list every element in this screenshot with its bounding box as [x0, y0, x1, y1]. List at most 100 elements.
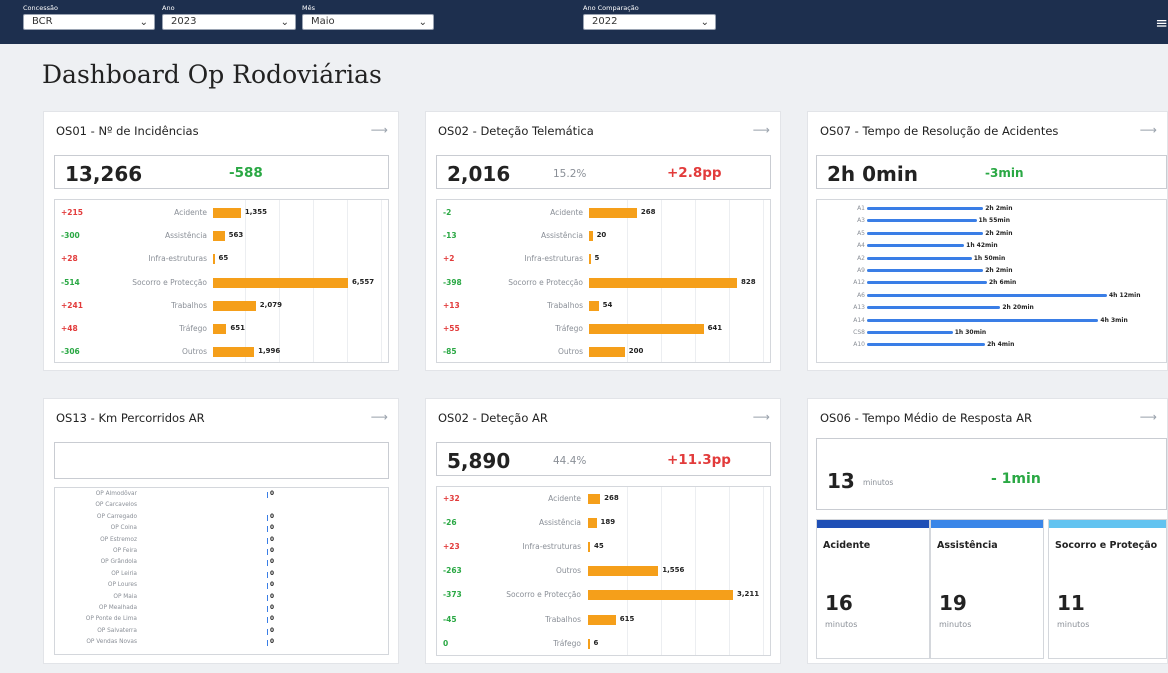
card-km-percorridos: OS13 - Km Percorridos AR ⟶ OP Almodôvar 0…	[43, 398, 399, 664]
category-label: A5	[857, 229, 865, 237]
bar[interactable]	[213, 254, 215, 265]
bar[interactable]	[267, 549, 268, 555]
line-row: A9 2h 2min	[817, 266, 1166, 275]
duration-bar[interactable]	[867, 207, 984, 210]
value-label: 0	[270, 513, 275, 520]
bar[interactable]	[589, 254, 591, 265]
duration-bar[interactable]	[867, 256, 972, 260]
category-label: OP Ponte de Lima	[85, 616, 137, 623]
menu-icon[interactable]: ≡	[1155, 16, 1168, 31]
card-incidencias: OS01 - Nº de Incidências ⟶ 13,266 -588 +…	[43, 111, 399, 371]
arrow-right-icon[interactable]: ⟶	[1140, 123, 1157, 137]
bar[interactable]	[589, 231, 593, 242]
category-label: Trabalhos	[545, 614, 581, 624]
bar[interactable]	[589, 347, 625, 358]
arrow-right-icon[interactable]: ⟶	[753, 410, 770, 424]
bar-row: +241 Trabalhos 2,079	[55, 299, 388, 313]
arrow-right-icon[interactable]: ⟶	[753, 123, 770, 137]
filter-ano: Ano 2023 ⌄	[162, 4, 296, 30]
value-label: 615	[619, 614, 635, 623]
bar[interactable]	[589, 300, 599, 311]
duration-bar[interactable]	[867, 244, 965, 248]
mes-select[interactable]: Maio ⌄	[302, 14, 434, 30]
bar[interactable]	[588, 566, 659, 577]
arrow-right-icon[interactable]: ⟶	[371, 123, 388, 137]
duration-bar[interactable]	[867, 269, 984, 272]
bar-row: 0 Tráfego 6	[437, 637, 770, 651]
bar[interactable]	[213, 231, 225, 242]
bar[interactable]	[213, 347, 255, 358]
card-detecao-ar: OS02 - Deteção AR ⟶ 5,890 44.4% +11.3pp …	[425, 398, 781, 664]
bar-row: -13 Assistência 20	[437, 229, 770, 243]
bar[interactable]	[213, 208, 241, 218]
line-row: A3 1h 55min	[817, 216, 1166, 225]
bar[interactable]	[267, 640, 268, 647]
bar[interactable]	[267, 514, 268, 521]
bar-chart: -2 Acidente 268 -13 Assistência 20 +2 Infra-est…	[436, 199, 771, 363]
bar[interactable]	[267, 526, 268, 533]
category-label: Assistência	[538, 518, 581, 528]
category-label: OP Vendas Novas	[86, 639, 137, 646]
bar[interactable]	[588, 614, 616, 625]
bar[interactable]	[267, 560, 268, 567]
duration-bar[interactable]	[867, 293, 1107, 297]
duration-bar[interactable]	[867, 331, 953, 334]
bar[interactable]	[588, 638, 590, 649]
line-row: A1 2h 2min	[817, 204, 1166, 213]
chevron-down-icon: ⌄	[280, 17, 289, 28]
value-label: 45	[594, 542, 604, 551]
duration-bar[interactable]	[867, 219, 977, 223]
category-label: A1	[857, 205, 865, 212]
category-label: OP Loures	[107, 582, 137, 589]
select-value: Maio	[311, 16, 335, 27]
duration-bar[interactable]	[867, 231, 984, 235]
ano-comparacao-select[interactable]: 2022 ⌄	[583, 14, 716, 30]
arrow-right-icon[interactable]: ⟶	[371, 410, 388, 424]
bar[interactable]	[213, 277, 348, 288]
concessao-select[interactable]: BCR ⌄	[23, 14, 155, 30]
value-label: 1h 55min	[978, 217, 1010, 225]
bar-row: -26 Assistência 189	[437, 516, 770, 530]
category-label: Acidente	[174, 208, 207, 217]
bar[interactable]	[588, 542, 591, 553]
kpi-value: 2h 0min	[827, 162, 918, 186]
duration-bar[interactable]	[867, 281, 987, 285]
bar[interactable]	[589, 324, 704, 334]
card-title: OS07 - Tempo de Resolução de Acidentes	[820, 124, 1059, 138]
duration-bar[interactable]	[867, 306, 1001, 310]
bar[interactable]	[213, 300, 256, 311]
tile-socorro-protecao: Socorro e Proteção 11 minutos	[1048, 519, 1167, 659]
duration-bar[interactable]	[867, 318, 1099, 322]
bar[interactable]	[267, 583, 268, 590]
bar[interactable]	[267, 492, 268, 498]
kpi-box: 5,890 44.4% +11.3pp	[436, 442, 771, 476]
bar[interactable]	[267, 628, 268, 635]
bar[interactable]	[267, 537, 268, 544]
filter-label: Mês	[302, 4, 315, 12]
category-label: A14	[853, 316, 865, 324]
bar[interactable]	[589, 277, 737, 288]
line-row: CS8 1h 30min	[817, 328, 1166, 337]
kpi-value: 2,016	[447, 162, 511, 186]
bar[interactable]	[588, 494, 601, 504]
arrow-right-icon[interactable]: ⟶	[1140, 410, 1157, 424]
bar[interactable]	[589, 208, 637, 218]
bar[interactable]	[267, 594, 268, 601]
bar[interactable]	[267, 571, 268, 578]
value-label: 828	[741, 277, 756, 286]
ano-select[interactable]: 2023 ⌄	[162, 14, 296, 30]
bar[interactable]	[267, 606, 268, 612]
tile-name: Acidente	[823, 540, 871, 551]
kpi-value: 13	[827, 469, 855, 493]
card-detecao-telematica: OS02 - Deteção Telemática ⟶ 2,016 15.2% …	[425, 111, 781, 371]
category-label: A4	[857, 242, 865, 250]
km-row: OP Mealhada 0	[55, 605, 388, 613]
duration-bar[interactable]	[867, 343, 986, 347]
bar[interactable]	[588, 518, 597, 529]
line-row: A10 2h 4min	[817, 340, 1166, 349]
tile-unit: minutos	[825, 620, 858, 629]
bar[interactable]	[588, 590, 733, 601]
bar[interactable]	[267, 617, 268, 624]
km-row: OP Maia 0	[55, 594, 388, 602]
bar[interactable]	[213, 324, 227, 334]
